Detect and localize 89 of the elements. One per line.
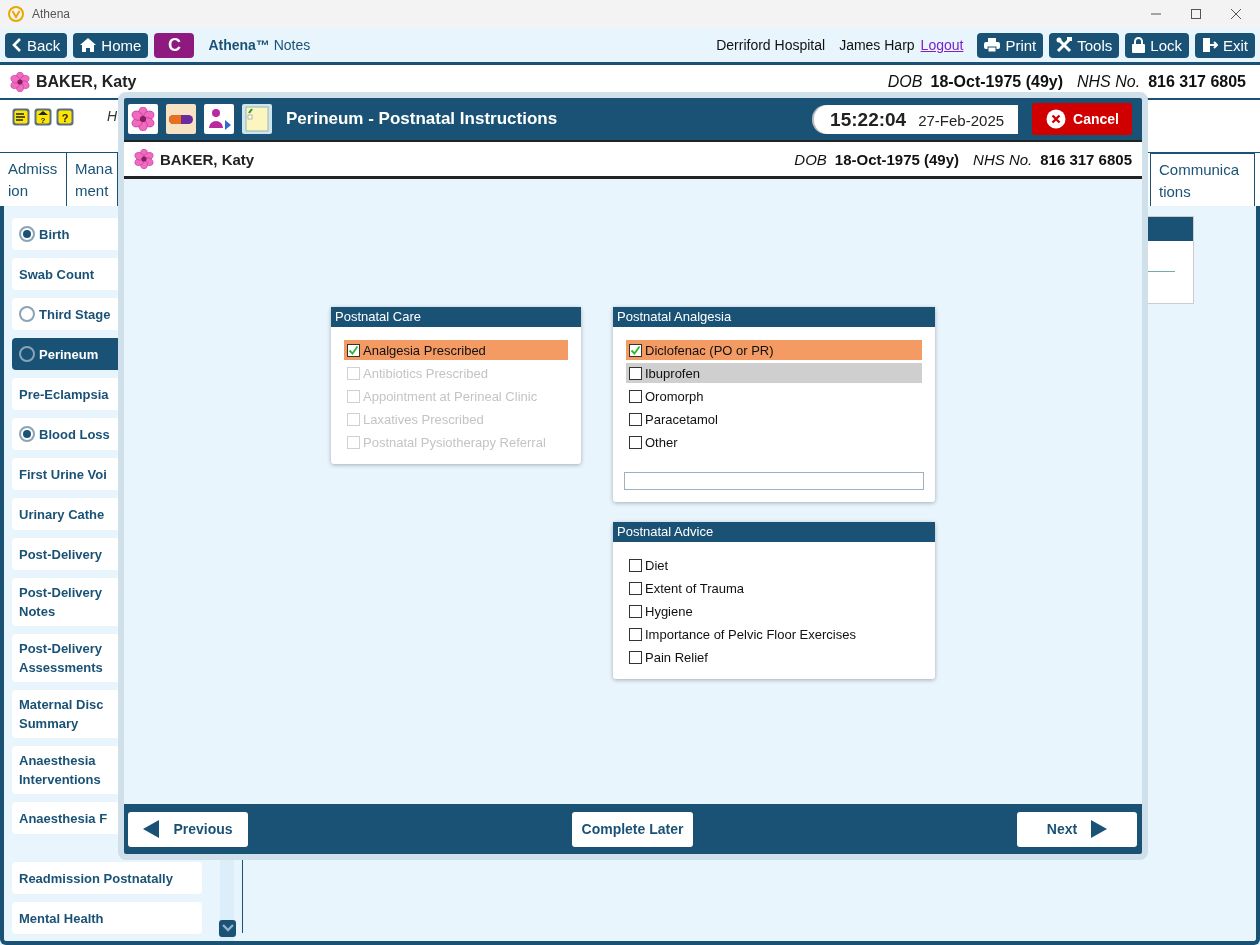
checkbox-label: Postnatal Pysiotherapy Referral <box>363 434 546 450</box>
close-icon[interactable] <box>1230 8 1242 20</box>
patient-name: BAKER, Katy <box>160 150 255 168</box>
window-title: Athena <box>32 7 71 21</box>
radio-button[interactable] <box>19 306 35 322</box>
panel-header: Postnatal Advice <box>613 522 935 542</box>
print-button[interactable]: Print <box>977 32 1044 58</box>
home-button[interactable]: Home <box>73 32 149 58</box>
checkbox-label: Extent of Trauma <box>645 580 744 596</box>
checkbox[interactable] <box>347 343 360 357</box>
checkbox-label: Pain Relief <box>645 649 708 665</box>
dob-label: DOB <box>794 150 827 168</box>
app-name: Athena™ Notes <box>208 37 311 53</box>
lock-button[interactable]: Lock <box>1125 32 1189 58</box>
checkbox-label: Diclofenac (PO or PR) <box>645 342 774 358</box>
next-button[interactable]: Next <box>1017 811 1137 847</box>
patient-name: BAKER, Katy <box>36 72 137 91</box>
nhs-label: NHS No. <box>1077 72 1141 91</box>
date-of-birth: 18-Oct-1975 (49y) <box>930 72 1063 91</box>
radio-button[interactable] <box>19 346 35 362</box>
flower-icon <box>134 149 154 169</box>
checkbox-label: Analgesia Prescribed <box>363 342 486 358</box>
checkbox-label: Antibiotics Prescribed <box>363 365 488 381</box>
user-name: James Harp <box>839 37 915 53</box>
close-icon <box>1046 109 1067 129</box>
checkbox[interactable] <box>629 650 642 664</box>
printer-icon <box>984 38 1001 52</box>
nhs-number: 816 317 6805 <box>1148 72 1246 91</box>
checkbox[interactable] <box>629 627 642 641</box>
flower-icon <box>10 71 30 92</box>
app-logo-icon <box>8 6 24 22</box>
checkbox[interactable] <box>629 558 642 572</box>
highlighted-row[interactable]: Diclofenac (PO or PR) <box>626 340 922 360</box>
chevron-left-icon <box>12 38 22 52</box>
checkbox-label: Hygiene <box>645 603 693 619</box>
dob-label: DOB <box>887 72 923 91</box>
tools-button[interactable]: Tools <box>1049 32 1120 58</box>
panel-header: Postnatal Care <box>331 307 581 327</box>
alert-text: H <box>107 108 118 124</box>
back-button[interactable]: Back <box>5 32 68 58</box>
checkbox-label: Diet <box>645 557 669 573</box>
chevron-down-icon <box>221 924 234 933</box>
nhs-label: NHS No. <box>973 150 1033 168</box>
other-input-field[interactable] <box>624 472 924 490</box>
highlighted-row[interactable]: Analgesia Prescribed <box>344 340 568 360</box>
tools-icon <box>1056 37 1073 53</box>
clock-field: 15:22:04 27-Feb-2025 <box>814 104 1019 134</box>
help-icon[interactable]: ? <box>56 108 74 126</box>
previous-button[interactable]: Previous <box>128 811 248 847</box>
flower-tile-icon[interactable] <box>128 104 158 134</box>
lock-icon <box>1132 37 1146 53</box>
c-badge-button[interactable]: C <box>154 32 195 58</box>
checkbox-label: Importance of Pelvic Floor Exercises <box>645 626 856 642</box>
radio-button[interactable] <box>19 426 35 442</box>
checkbox[interactable] <box>629 412 642 426</box>
checkbox[interactable] <box>629 389 642 403</box>
highlighted-row[interactable]: Ibuprofen <box>626 363 922 383</box>
panel-header: Postnatal Analgesia <box>613 307 935 327</box>
exit-icon <box>1202 37 1218 53</box>
nhs-number: 816 317 6805 <box>1040 150 1132 168</box>
capsule-icon[interactable] <box>166 104 196 134</box>
flower-icon <box>131 107 155 131</box>
triangle-right-icon <box>1091 820 1108 838</box>
cancel-button[interactable]: Cancel <box>1032 103 1132 135</box>
maximize-icon[interactable] <box>1190 8 1202 20</box>
triangle-left-icon <box>143 820 160 838</box>
scroll-down-button[interactable] <box>219 920 236 937</box>
checkbox-label: Appointment at Perineal Clinic <box>363 388 538 404</box>
house-help-icon[interactable]: ? <box>34 108 52 126</box>
checkbox[interactable] <box>629 343 642 357</box>
logout-link[interactable]: Logout <box>920 37 964 53</box>
checkbox-label: Oromorph <box>645 388 704 404</box>
date-of-birth: 18-Oct-1975 (49y) <box>834 150 960 168</box>
dialog-title: Perineum - Postnatal Instructions <box>286 109 558 129</box>
complete-later-button[interactable]: Complete Later <box>571 811 694 847</box>
home-icon <box>80 38 97 52</box>
checkbox[interactable] <box>629 366 642 380</box>
checkbox-label: Laxatives Prescribed <box>363 411 484 427</box>
sidebar-item[interactable]: Readmission Postnatally <box>12 862 202 894</box>
hospital-name: Derriford Hospital <box>716 37 826 53</box>
exit-button[interactable]: Exit <box>1195 32 1255 58</box>
checkbox[interactable] <box>629 604 642 618</box>
radio-button[interactable] <box>19 226 35 242</box>
checkbox-label: Other <box>645 434 678 450</box>
sidebar-item[interactable]: Mental Health <box>12 902 202 934</box>
checkbox[interactable] <box>629 581 642 595</box>
checkbox-label: Ibuprofen <box>645 365 700 381</box>
checkbox[interactable] <box>629 435 642 449</box>
checkbox-label: Paracetamol <box>645 411 718 427</box>
